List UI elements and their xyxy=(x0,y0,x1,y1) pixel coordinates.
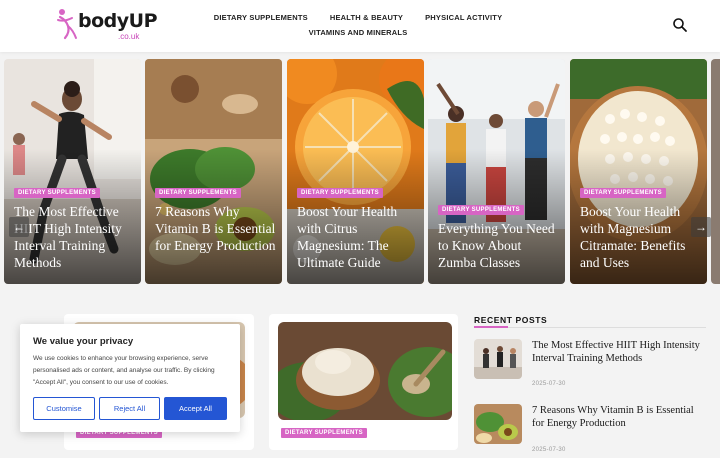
category-badge[interactable]: DIETARY SUPPLEMENTS xyxy=(155,188,241,198)
slide-title[interactable]: Everything You Need to Know About Zumba … xyxy=(438,220,562,271)
nav-row: VITAMINS AND MINERALS xyxy=(218,25,498,40)
slide-title[interactable]: The Most Effective HIIT High Intensity I… xyxy=(14,203,138,271)
slider-next-button[interactable]: → xyxy=(691,217,711,237)
nav-dietary-supplements[interactable]: DIETARY SUPPLEMENTS xyxy=(214,13,308,22)
slide-citrus-magnesium[interactable]: DIETARY SUPPLEMENTS Boost Your Health wi… xyxy=(287,59,424,284)
post-thumbnail xyxy=(474,404,522,444)
post-card-image xyxy=(278,322,452,420)
slide-title[interactable]: 7 Reasons Why Vitamin B is Essential for… xyxy=(155,203,279,254)
slide-hiit[interactable]: DIETARY SUPPLEMENTS The Most Effective H… xyxy=(4,59,141,284)
divider-accent xyxy=(474,326,508,328)
nav-vitamins-minerals[interactable]: VITAMINS AND MINERALS xyxy=(309,28,408,37)
logo-figure-icon xyxy=(57,9,77,40)
recent-posts-heading: RECENT POSTS xyxy=(474,315,548,325)
category-badge[interactable]: DIETARY SUPPLEMENTS xyxy=(281,428,367,438)
recent-post-thumb[interactable] xyxy=(474,339,522,379)
slide-magnesium-citramate[interactable]: DIETARY SUPPLEMENTS Boost Your Health wi… xyxy=(570,59,707,284)
recent-post-date: 2025-07-30 xyxy=(532,381,566,387)
nav-health-beauty[interactable]: HEALTH & BEAUTY xyxy=(330,13,403,22)
slide-title[interactable]: Boost Your Health with Magnesium Citrama… xyxy=(580,203,704,271)
site-header: bodyUP .co.uk DIETARY SUPPLEMENTS HEALTH… xyxy=(0,0,720,52)
slider-prev-button[interactable]: ← xyxy=(9,217,29,237)
featured-slider: DIETARY SUPPLEMENTS The Most Effective H… xyxy=(0,59,720,284)
slide-vitamin-b[interactable]: DIETARY SUPPLEMENTS 7 Reasons Why Vitami… xyxy=(145,59,282,284)
category-badge[interactable]: DIETARY SUPPLEMENTS xyxy=(580,188,666,198)
post-card[interactable]: DIETARY SUPPLEMENTS xyxy=(269,314,458,450)
category-badge[interactable]: DIETARY SUPPLEMENTS xyxy=(297,188,383,198)
category-badge[interactable]: DIETARY SUPPLEMENTS xyxy=(438,205,524,215)
nav-physical-activity[interactable]: PHYSICAL ACTIVITY xyxy=(425,13,502,22)
cookie-title: We value your privacy xyxy=(33,336,134,347)
logo[interactable]: bodyUP .co.uk xyxy=(56,8,158,42)
recent-post-date: 2025-07-30 xyxy=(532,447,566,453)
recent-post-title[interactable]: The Most Effective HIIT High Intensity I… xyxy=(532,339,702,365)
slide-title[interactable]: Boost Your Health with Citrus Magnesium:… xyxy=(297,203,421,271)
main-nav: DIETARY SUPPLEMENTS HEALTH & BEAUTY PHYS… xyxy=(214,10,502,40)
recent-post-title[interactable]: 7 Reasons Why Vitamin B is Essential for… xyxy=(532,404,702,430)
customise-button[interactable]: Customise xyxy=(33,397,95,420)
cookie-text: We use cookies to enhance your browsing … xyxy=(33,355,215,386)
slide-zumba[interactable]: DIETARY SUPPLEMENTS Everything You Need … xyxy=(428,59,565,284)
cookie-consent-banner: We value your privacy We use cookies to … xyxy=(20,324,240,432)
recent-post-item[interactable]: The Most Effective HIIT High Intensity I… xyxy=(474,339,704,393)
slide-partial[interactable] xyxy=(711,59,720,284)
nav-row: DIETARY SUPPLEMENTS HEALTH & BEAUTY PHYS… xyxy=(214,10,502,25)
divider xyxy=(474,327,706,328)
post-thumbnail xyxy=(474,339,522,379)
logo-domain: .co.uk xyxy=(118,32,140,41)
search-icon[interactable] xyxy=(672,17,688,33)
logo-text: bodyUP xyxy=(78,10,158,32)
accept-all-button[interactable]: Accept All xyxy=(164,397,227,420)
post-image xyxy=(278,322,452,420)
recent-post-thumb[interactable] xyxy=(474,404,522,444)
category-badge[interactable]: DIETARY SUPPLEMENTS xyxy=(14,188,100,198)
reject-all-button[interactable]: Reject All xyxy=(99,397,160,420)
